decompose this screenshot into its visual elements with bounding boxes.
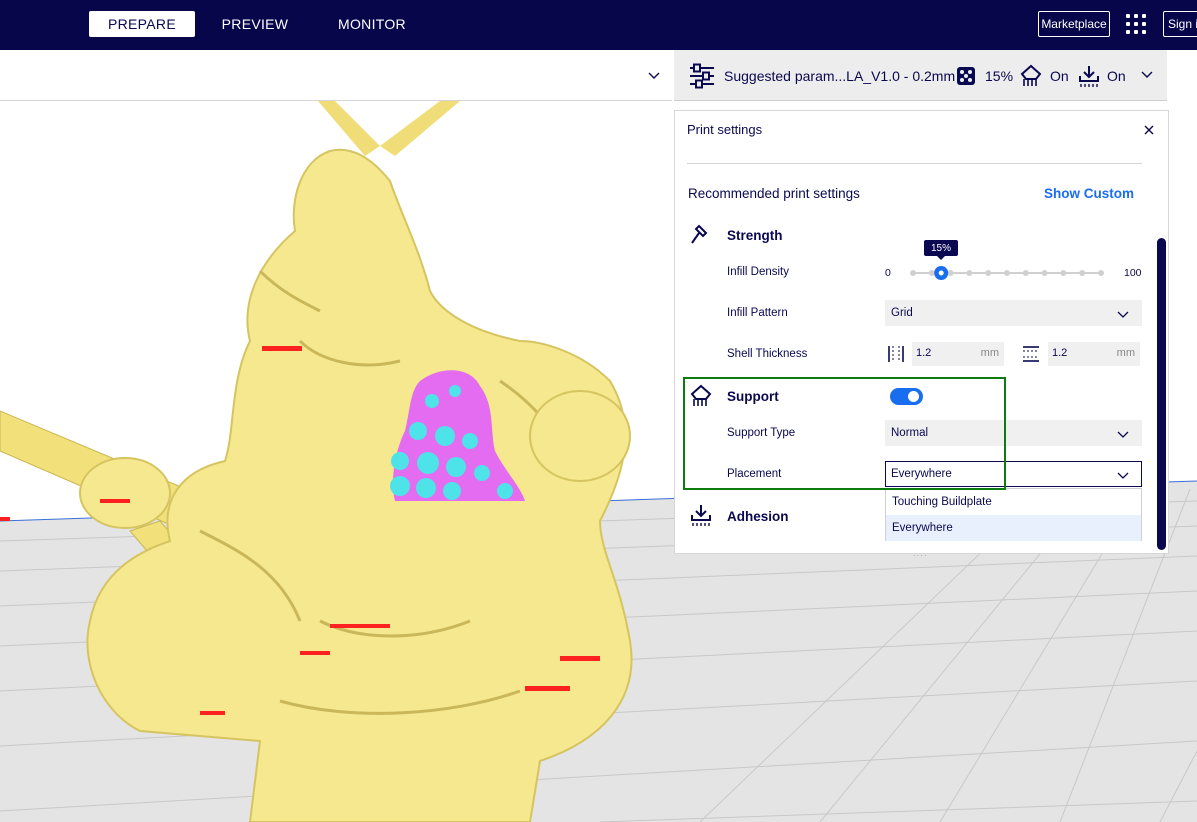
infill-icon [957,67,975,85]
infill-max-label: 100 [1124,267,1142,279]
slider-tick [1004,270,1010,276]
object-selector-bar[interactable] [0,50,672,101]
support-highlight-box [683,377,1006,490]
panel-title: Print settings [687,122,763,137]
chevron-down-icon [1117,431,1129,438]
slider-tick [1060,270,1067,276]
marketplace-button[interactable]: Marketplace [1038,11,1110,37]
infill-pattern-select[interactable]: Grid [885,300,1142,326]
slider-handle-dot [938,270,944,276]
infill-pattern-value: Grid [891,307,913,319]
show-custom-button[interactable]: Show Custom [1044,186,1134,201]
infill-pattern-label: Infill Pattern [727,307,788,319]
support-value: On [1050,67,1069,84]
adhesion-icon [691,505,711,526]
slider-tick [1079,270,1086,276]
adhesion-value: On [1107,67,1126,84]
support-icon [1020,64,1042,86]
apps-grid-icon[interactable] [1126,14,1146,34]
placement-options-popup: Touching Buildplate Everywhere [885,488,1142,541]
divider [687,163,1142,164]
slider-tick [928,270,935,276]
chevron-down-icon [1117,472,1129,479]
slider-tick [947,270,954,276]
infill-density-slider[interactable] [907,263,1107,283]
tab-prepare[interactable]: PREPARE [89,11,195,37]
slider-tick [966,270,973,276]
infill-tooltip: 15% [924,240,958,260]
tab-monitor[interactable]: MONITOR [320,11,424,37]
resize-handle[interactable]: ···· [913,551,928,560]
placement-option-everywhere[interactable]: Everywhere [886,515,1141,541]
profile-label: Suggested param...LA_V1.0 - 0.2mm [724,67,956,84]
panel-scrollbar[interactable] [1157,238,1166,550]
chevron-down-icon[interactable] [646,67,662,83]
placement-option-touching-buildplate[interactable]: Touching Buildplate [886,489,1141,515]
infill-density-label: Infill Density [727,266,789,278]
adhesion-title: Adhesion [727,509,789,524]
top-bottom-thickness-unit: mm [1116,347,1135,359]
wall-thickness-unit: mm [980,347,999,359]
top-bottom-thickness-icon [1023,346,1039,362]
top-bottom-thickness-input[interactable]: 1.2 mm [1048,342,1140,366]
chevron-down-icon [1117,311,1129,318]
strength-title: Strength [727,228,783,243]
slider-tick [985,270,992,276]
wall-thickness-input[interactable]: 1.2 mm [912,342,1004,366]
strength-hammer-icon [691,224,708,244]
top-bottom-thickness-value: 1.2 [1052,347,1068,359]
infill-value: 15% [985,67,1014,84]
slider-tick [1022,270,1029,276]
slider-tick [910,270,916,276]
slider-tick [1098,270,1104,276]
tab-preview[interactable]: PREVIEW [205,11,305,37]
print-setup-bar[interactable]: Suggested param...LA_V1.0 - 0.2mm 15% On… [674,50,1167,101]
adhesion-icon [1079,66,1099,87]
settings-sliders-icon [690,63,714,89]
shell-thickness-label: Shell Thickness [727,348,808,360]
infill-min-label: 0 [885,267,891,279]
recommended-title: Recommended print settings [688,186,860,201]
wall-thickness-value: 1.2 [916,347,932,359]
slider-tick [1041,270,1048,276]
close-icon[interactable] [1142,123,1156,137]
chevron-down-icon[interactable] [1140,68,1154,82]
top-bar: PREPARE PREVIEW MONITOR Marketplace Sign… [0,0,1197,50]
wall-thickness-icon [888,346,904,362]
sign-in-button[interactable]: Sign in [1163,11,1197,37]
